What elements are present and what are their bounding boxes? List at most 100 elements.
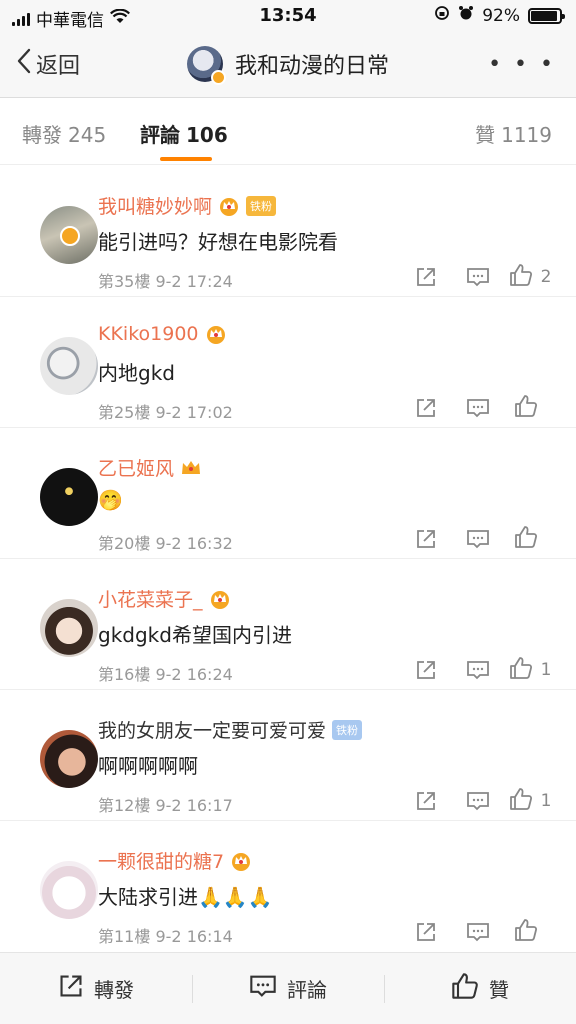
thumbs-up-icon (509, 656, 533, 684)
avatar[interactable] (20, 579, 98, 657)
author-avatar[interactable] (186, 46, 226, 85)
comment-button[interactable]: 評論 (192, 953, 384, 1024)
like-button[interactable]: 1 (504, 788, 556, 814)
username[interactable]: 我叫糖妙妙啊 (98, 192, 212, 219)
comment-text: 🤭 (98, 488, 123, 512)
tab-like[interactable]: 贊 1119 (475, 119, 552, 148)
reply-icon[interactable] (452, 788, 504, 814)
share-icon[interactable] (400, 526, 452, 552)
battery-icon (528, 7, 565, 24)
floor-number: 第25樓 (98, 403, 151, 422)
share-icon[interactable] (400, 919, 452, 945)
battery-percent: 92% (482, 5, 520, 26)
like-button[interactable] (504, 526, 556, 552)
username[interactable]: 一颗很甜的糖7 (98, 847, 224, 874)
like-button[interactable]: 1 (504, 657, 556, 683)
thumbs-up-icon (451, 972, 479, 1005)
crown-icon (180, 458, 202, 478)
fan-badge: 铁粉 (246, 195, 277, 216)
fan-badge: 铁粉 (332, 719, 363, 740)
crown-icon (209, 589, 231, 609)
repost-label: 轉發 (94, 978, 134, 1002)
comment-time: 9-2 16:32 (155, 534, 233, 553)
comment-icon (249, 973, 277, 1004)
username[interactable]: 我的女朋友一定要可爱可爱 (98, 716, 326, 743)
tab-comment-count: 106 (186, 123, 228, 147)
username[interactable]: KKiko1900 (98, 323, 199, 345)
author-name: 我和动漫的日常 (234, 54, 389, 79)
avatar[interactable] (20, 710, 98, 788)
avatar[interactable] (20, 317, 98, 395)
comment-time: 9-2 17:02 (155, 403, 233, 422)
crown-icon (218, 196, 240, 216)
avatar[interactable] (20, 841, 98, 919)
thumbs-up-icon (509, 787, 533, 815)
verified-badge-icon (60, 226, 80, 246)
floor-number: 第16樓 (98, 665, 151, 684)
floor-number: 第35樓 (98, 272, 151, 291)
alarm-icon (458, 5, 474, 26)
tab-like-count: 1119 (501, 123, 552, 147)
floor-number: 第12樓 (98, 796, 151, 815)
thumbs-up-icon (509, 263, 533, 291)
tab-comment[interactable]: 評論 106 (140, 119, 228, 148)
floor-number: 第20樓 (98, 534, 151, 553)
like-count: 1 (540, 660, 552, 680)
share-icon[interactable] (400, 395, 452, 421)
like-button[interactable]: 2 (504, 264, 556, 290)
comment-list: 我叫糖妙妙啊 铁粉 能引进吗？好想在电影院看 第35樓 9-2 17:24 2 … (0, 166, 576, 952)
reply-icon[interactable] (452, 395, 504, 421)
comment-item: KKiko1900 内地gkd 第25樓 9-2 17:02 (0, 297, 576, 428)
like-button[interactable]: 贊 (384, 953, 576, 1024)
comment-item: 一颗很甜的糖7 大陆求引进🙏🙏🙏 第11樓 9-2 16:14 (0, 821, 576, 952)
share-icon[interactable] (400, 657, 452, 683)
like-label: 贊 (489, 978, 509, 1002)
share-icon[interactable] (400, 264, 452, 290)
tab-repost-label: 轉發 (22, 123, 62, 147)
reply-icon[interactable] (452, 264, 504, 290)
comment-text: 啊啊啊啊啊 (98, 754, 198, 778)
comment-text: gkdgkd希望国内引进 (98, 623, 292, 647)
reply-icon[interactable] (452, 657, 504, 683)
share-icon[interactable] (400, 788, 452, 814)
comment-item: 我的女朋友一定要可爱可爱 铁粉 啊啊啊啊啊 第12樓 9-2 16:17 1 (0, 690, 576, 821)
comment-time: 9-2 17:24 (155, 272, 233, 291)
repost-button[interactable]: 轉發 (0, 953, 192, 1024)
avatar[interactable] (20, 448, 98, 526)
like-count: 2 (540, 267, 552, 287)
more-icon[interactable]: • • • (488, 52, 556, 77)
crown-icon (205, 324, 227, 344)
like-button[interactable] (504, 919, 556, 945)
comment-item: 小花菜菜子_ gkdgkd希望国内引进 第16樓 9-2 16:24 1 (0, 559, 576, 690)
comment-text: 内地gkd (98, 361, 175, 385)
like-count: 1 (540, 791, 552, 811)
tab-comment-label: 評論 (140, 123, 180, 147)
verified-badge-icon (210, 70, 226, 85)
username[interactable]: 乙已姬风 (98, 454, 174, 481)
nav-bar: 返回 我和动漫的日常 • • • (0, 32, 576, 98)
crown-icon (230, 851, 252, 871)
thumbs-up-icon (514, 394, 538, 422)
like-button[interactable] (504, 395, 556, 421)
avatar[interactable] (20, 186, 98, 264)
reply-icon[interactable] (452, 526, 504, 552)
tab-repost[interactable]: 轉發 245 (22, 119, 106, 148)
tab-like-label: 贊 (475, 123, 496, 147)
comment-item: 我叫糖妙妙啊 铁粉 能引进吗？好想在电影院看 第35樓 9-2 17:24 2 (0, 166, 576, 297)
tab-bar: 轉發 245 評論 106 贊 1119 (0, 99, 576, 165)
username[interactable]: 小花菜菜子_ (98, 585, 203, 612)
share-icon (58, 973, 84, 1004)
reply-icon[interactable] (452, 919, 504, 945)
comment-label: 評論 (287, 978, 327, 1002)
tab-repost-count: 245 (68, 123, 107, 147)
thumbs-up-icon (514, 525, 538, 553)
comment-item: 乙已姬风 🤭 第20樓 9-2 16:32 (0, 428, 576, 559)
floor-number: 第11樓 (98, 927, 151, 946)
bottom-action-bar: 轉發 評論 贊 (0, 952, 576, 1024)
comment-text: 大陆求引进🙏🙏🙏 (98, 885, 273, 909)
status-bar: 中華電信 13:54 92% (0, 0, 576, 32)
screen-lock-icon (434, 5, 450, 26)
comment-time: 9-2 16:17 (155, 796, 233, 815)
comment-time: 9-2 16:24 (155, 665, 233, 684)
active-tab-indicator (160, 157, 212, 161)
